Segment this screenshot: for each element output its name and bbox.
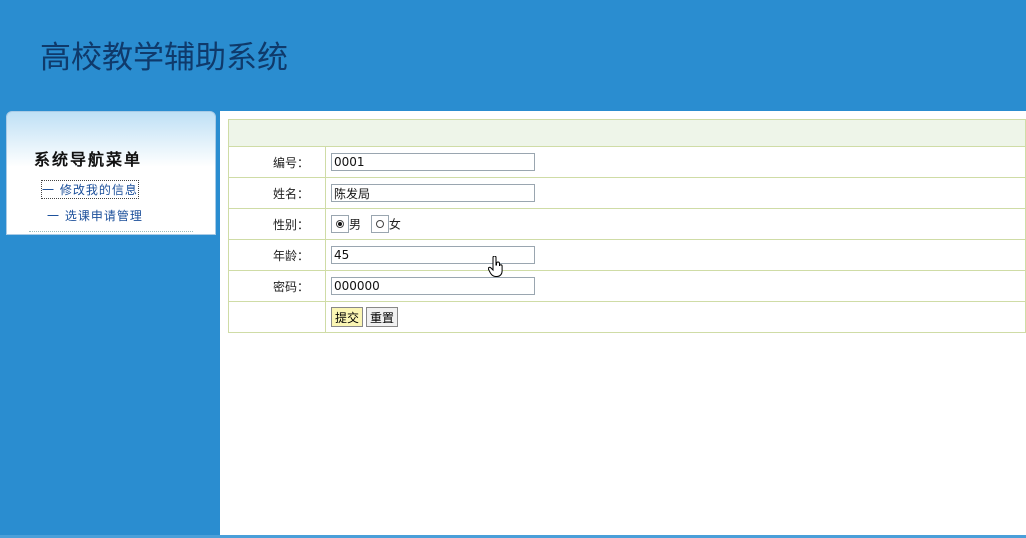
age-label: 年龄： [228, 239, 326, 271]
reset-button[interactable]: 重置 [366, 307, 399, 327]
nav-title: 系统导航菜单 [34, 150, 143, 169]
form-row-gender: 性别： 男 女 [228, 208, 1026, 240]
form-row-id: 编号： [228, 146, 1026, 178]
app-title: 高校教学辅助系统 [40, 40, 288, 76]
form-row-name: 姓名： [228, 177, 1026, 209]
main-content: 编号： 姓名： 性别： 男 女 年龄： [220, 111, 1026, 536]
nav-item-edit-my-info[interactable]: 一 修改我的信息 [41, 180, 139, 199]
gender-label: 性别： [228, 208, 326, 240]
age-input[interactable] [331, 246, 535, 264]
form-header-row [228, 119, 1026, 147]
edit-info-form: 编号： 姓名： 性别： 男 女 年龄： [228, 119, 1026, 333]
password-input[interactable] [331, 277, 535, 295]
gender-option-male[interactable]: 男 [331, 215, 361, 233]
name-label: 姓名： [228, 177, 326, 209]
radio-male[interactable] [331, 215, 349, 233]
form-row-password: 密码： [228, 270, 1026, 302]
radio-female-label: 女 [388, 217, 401, 232]
password-label: 密码： [228, 270, 326, 302]
radio-female[interactable] [370, 215, 389, 233]
form-row-age: 年龄： [228, 239, 1026, 271]
id-label: 编号： [228, 146, 326, 178]
nav-item-course-application[interactable]: 一 选课申请管理 [47, 207, 143, 224]
nav-divider [29, 231, 193, 232]
name-input[interactable] [331, 184, 535, 202]
radio-male-label: 男 [349, 217, 362, 232]
sidebar-nav: 系统导航菜单 一 修改我的信息 一 选课申请管理 [6, 111, 216, 235]
id-input[interactable] [331, 153, 535, 171]
header: 高校教学辅助系统 [0, 0, 1026, 110]
hand-pointer-icon [488, 256, 503, 277]
gender-option-female[interactable]: 女 [370, 215, 401, 233]
form-row-actions: 提交 重置 [228, 301, 1026, 333]
submit-button[interactable]: 提交 [331, 307, 364, 327]
